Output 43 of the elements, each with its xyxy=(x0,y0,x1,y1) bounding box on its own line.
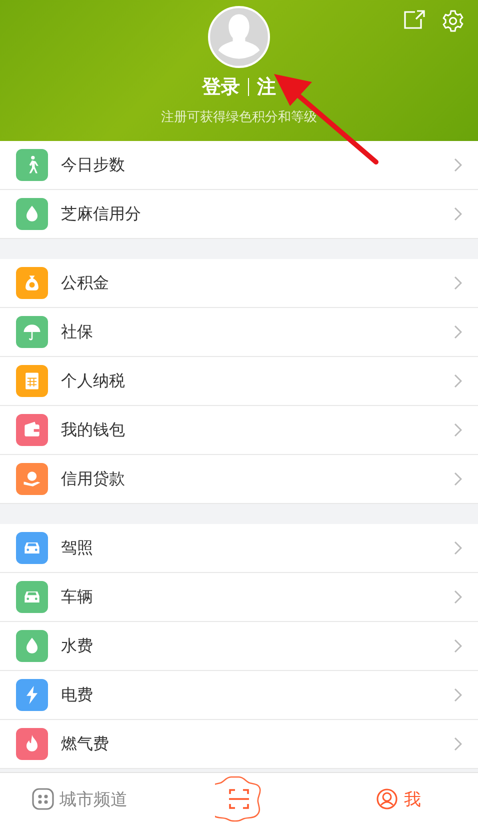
settings-icon[interactable] xyxy=(441,9,465,33)
menu-item[interactable]: 社保 xyxy=(0,308,478,357)
menu-item-label: 驾照 xyxy=(61,538,94,558)
chevron-icon xyxy=(454,325,462,339)
menu-item[interactable]: 电费 xyxy=(0,671,478,720)
grid-icon xyxy=(32,788,54,810)
menu-item[interactable]: 个人纳税 xyxy=(0,357,478,406)
menu-item-label: 水费 xyxy=(61,636,94,656)
menu-item[interactable]: 驾照 xyxy=(0,524,478,573)
menu-item-label: 今日步数 xyxy=(61,154,126,176)
menu-item-label: 车辆 xyxy=(61,586,94,608)
menu-item-label: 我的钱包 xyxy=(61,420,126,440)
menu-item-label: 公积金 xyxy=(61,272,110,294)
menu-item[interactable]: 水费 xyxy=(0,622,478,671)
chevron-icon xyxy=(454,207,462,221)
chevron-icon xyxy=(454,158,462,172)
chevron-icon xyxy=(454,472,462,486)
chevron-icon xyxy=(454,639,462,653)
menu-item-label: 信用贷款 xyxy=(61,468,126,490)
chevron-icon xyxy=(454,423,462,437)
chevron-icon xyxy=(454,688,462,702)
menu-item[interactable]: 公积金 xyxy=(0,259,478,308)
menu-item[interactable]: 燃气费 xyxy=(0,720,478,769)
menu-item[interactable]: 我的钱包 xyxy=(0,406,478,455)
face-icon xyxy=(376,788,398,810)
menu-item-label: 个人纳税 xyxy=(61,370,126,392)
avatar-icon[interactable] xyxy=(208,6,270,68)
chevron-icon xyxy=(454,737,462,751)
chevron-icon xyxy=(454,374,462,388)
chevron-icon xyxy=(454,541,462,555)
menu-item-label: 燃气费 xyxy=(61,734,110,754)
menu-item[interactable]: 车辆 xyxy=(0,573,478,622)
menu-item-label: 社保 xyxy=(61,322,94,342)
menu-item-label: 电费 xyxy=(61,684,94,706)
menu-item[interactable]: 信用贷款 xyxy=(0,455,478,504)
menu-item-label: 芝麻信用分 xyxy=(61,204,142,224)
chevron-icon xyxy=(454,590,462,604)
subtitle: 注册可获得绿色积分和等级 xyxy=(161,109,317,126)
chevron-icon xyxy=(454,276,462,290)
share-icon[interactable] xyxy=(403,10,425,30)
menu-item[interactable]: 芝麻信用分 xyxy=(0,190,478,239)
menu-item[interactable]: 今日步数 xyxy=(0,141,478,190)
tab[interactable]: 城市频道 xyxy=(0,788,160,810)
